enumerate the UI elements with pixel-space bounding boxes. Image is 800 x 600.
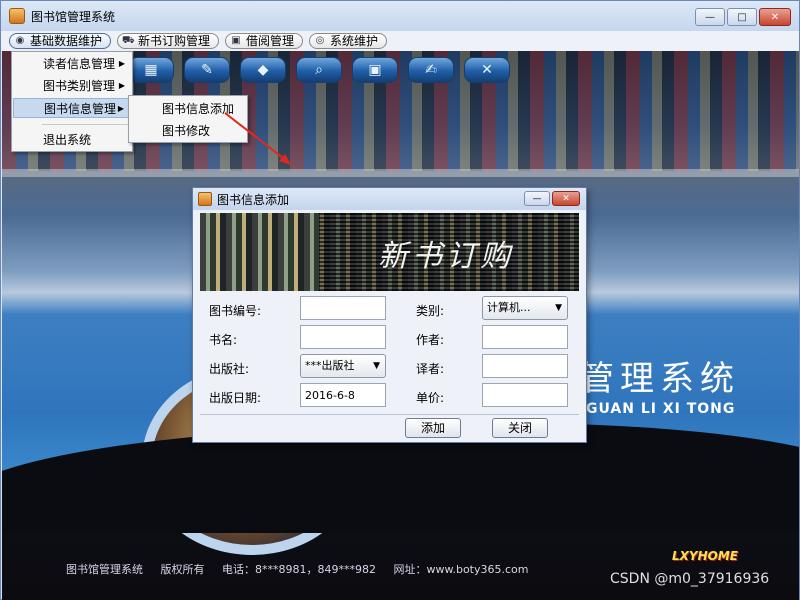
close-button[interactable]: ✕ (759, 8, 791, 26)
author-field[interactable] (482, 325, 568, 349)
publisher-value: ***出版社 (305, 359, 355, 372)
category-label: 类别: (416, 304, 445, 318)
publisher-label: 出版社: (209, 362, 250, 376)
cd-icon: ◎ (315, 35, 325, 46)
footer-system: 图书馆管理系统 (66, 563, 143, 576)
menu-item-reader-info[interactable]: 读者信息管理 ▶ (13, 54, 131, 74)
toolbar-button-1[interactable]: ▦ (128, 57, 174, 83)
publisher-select[interactable]: ***出版社 ▼ (300, 354, 386, 378)
add-button[interactable]: 添加 (405, 418, 461, 438)
toolbar: ▦ ✎ ◆ ⌕ ▣ ✍ ✕ (128, 57, 510, 83)
book-name-label: 书名: (209, 333, 238, 347)
close-dialog-button[interactable]: 关闭 (492, 418, 548, 438)
main-window: 图书馆管理系统 — □ ✕ ◉ 基础数据维护 ⛟ 新书订购管理 ▣ 借阅管理 ◎… (0, 0, 800, 600)
lxyhome-logo: LXYHOME (672, 549, 738, 563)
dialog-title: 图书信息添加 (217, 192, 290, 207)
title-bar[interactable]: 图书馆管理系统 — □ ✕ (1, 1, 799, 31)
footer-site: 网址：www.boty365.com (393, 563, 529, 576)
toolbar-button-7[interactable]: ✕ (464, 57, 510, 83)
menu-system[interactable]: ◎ 系统维护 (309, 33, 388, 49)
menu-item-label: 图书信息管理 (44, 102, 117, 116)
add-book-dialog: 图书信息添加 — ✕ 新书订购 图书编号: 类别: 计算机... ▼ 书名: 作… (192, 187, 587, 443)
dialog-close-icon[interactable]: ✕ (552, 191, 580, 206)
java-app-icon (198, 192, 212, 206)
red-arrow-annotation (224, 112, 291, 165)
banner-title: 新书订购 (378, 239, 514, 274)
price-field[interactable] (482, 383, 568, 407)
chevron-down-icon: ▼ (555, 303, 562, 313)
menu-item-label: 读者信息管理 (43, 57, 116, 71)
background-subtitle: GUAN LI XI TONG (586, 401, 736, 417)
menu-item-book-category[interactable]: 图书类别管理 ▶ (13, 76, 131, 96)
publish-date-label: 出版日期: (209, 391, 262, 405)
dialog-title-bar[interactable]: 图书信息添加 — ✕ (193, 188, 586, 210)
publish-date-field[interactable] (300, 383, 386, 407)
menu-basic-data[interactable]: ◉ 基础数据维护 (9, 33, 112, 49)
translator-label: 译者: (416, 362, 445, 376)
submenu-arrow-icon: ▶ (117, 104, 124, 113)
toolbar-button-5[interactable]: ▣ (352, 57, 398, 83)
price-label: 单价: (416, 391, 445, 405)
csdn-watermark: CSDN @m0_37916936 (610, 571, 770, 587)
menu-item-label: 图书类别管理 (43, 79, 116, 93)
submenu-arrow-icon: ▶ (118, 59, 125, 68)
shelf-edge (2, 169, 799, 177)
basic-data-dropdown: 读者信息管理 ▶ 图书类别管理 ▶ 图书信息管理 ▶ 退出系统 (11, 51, 133, 152)
maximize-button[interactable]: □ (727, 8, 757, 26)
footer-phone: 电话：8***8981，849***982 (222, 563, 376, 576)
submenu-arrow-icon: ▶ (118, 81, 125, 90)
toolbar-button-6[interactable]: ✍ (408, 57, 454, 83)
toolbar-button-3[interactable]: ◆ (240, 57, 286, 83)
menu-label: 系统维护 (330, 34, 379, 48)
menu-item-book-info[interactable]: 图书信息管理 ▶ (13, 98, 131, 118)
book-name-field[interactable] (300, 325, 386, 349)
book-id-label: 图书编号: (209, 304, 262, 318)
window-title: 图书馆管理系统 (31, 9, 116, 24)
menu-item-label: 退出系统 (43, 133, 92, 147)
lock-icon: ▣ (231, 35, 241, 46)
menu-label: 新书订购管理 (138, 34, 211, 48)
translator-field[interactable] (482, 354, 568, 378)
category-select[interactable]: 计算机... ▼ (482, 296, 568, 320)
footer: 图书馆管理系统 版权所有 电话：8***8981，849***982 网址：ww… (66, 561, 542, 577)
menu-item-exit[interactable]: 退出系统 (13, 130, 131, 150)
box-icon: ◉ (15, 35, 25, 46)
dialog-banner: 新书订购 (200, 213, 579, 291)
author-label: 作者: (416, 333, 445, 347)
dialog-minimize-button[interactable]: — (524, 191, 550, 206)
java-app-icon (9, 8, 25, 24)
book-id-field[interactable] (300, 296, 386, 320)
background-title: 管理系统 (580, 359, 740, 399)
menu-new-book-order[interactable]: ⛟ 新书订购管理 (117, 33, 220, 49)
menu-borrow[interactable]: ▣ 借阅管理 (225, 33, 304, 49)
category-value: 计算机... (487, 301, 531, 314)
chevron-down-icon: ▼ (373, 361, 380, 371)
cart-icon: ⛟ (122, 35, 135, 46)
toolbar-button-4[interactable]: ⌕ (296, 57, 342, 83)
menu-separator (42, 124, 128, 125)
menu-label: 基础数据维护 (30, 34, 103, 48)
menu-bar: ◉ 基础数据维护 ⛟ 新书订购管理 ▣ 借阅管理 ◎ 系统维护 (1, 31, 799, 51)
minimize-button[interactable]: — (695, 8, 725, 26)
menu-label: 借阅管理 (246, 34, 295, 48)
toolbar-button-2[interactable]: ✎ (184, 57, 230, 83)
form-divider (200, 414, 579, 415)
footer-rights: 版权所有 (160, 563, 205, 576)
